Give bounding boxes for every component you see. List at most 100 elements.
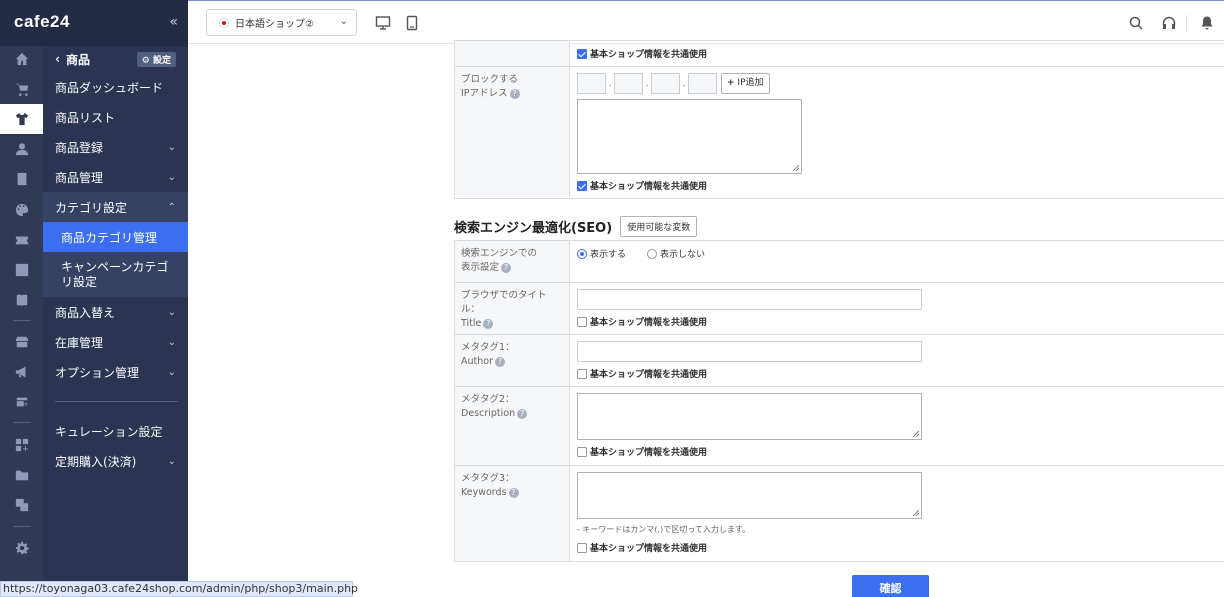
row-label: Description [461,408,516,419]
ip-octet-input-2[interactable] [614,73,643,94]
row-label: メタタグ1： [461,342,515,353]
table-row-visibility: 検索エンジンでの 表示設定? 表示する 表示しない [454,241,1224,283]
row-label: 検索エンジンでの [461,248,538,259]
shared-info-checkbox[interactable]: 基本ショップ情報を共通使用 [577,315,1217,328]
gear-icon[interactable] [13,539,31,557]
cafe24-logo[interactable]: cafe24 [14,12,70,32]
description-textarea[interactable] [577,393,922,440]
nav-label: 商品ダッシュボード [55,80,164,95]
shared-info-checkbox[interactable]: 基本ショップ情報を共通使用 [577,179,1217,192]
coupon-icon[interactable] [13,231,31,249]
desktop-view-icon[interactable] [374,14,392,32]
add-ip-button[interactable]: + IP追加 [721,73,770,94]
subnav-header[interactable]: ‹ 商品 ⚙ 設定 [43,46,188,72]
help-icon[interactable]: ? [483,318,494,329]
checkbox-unchecked-icon [577,542,587,553]
mobile-view-icon[interactable] [403,14,421,32]
add-ip-label: IP追加 [737,78,764,88]
product-tshirt-icon[interactable] [0,104,43,134]
sub-item-product-category[interactable]: 商品カテゴリ管理 [43,222,188,252]
bell-icon[interactable] [1198,14,1216,32]
nav-item-inventory[interactable]: 在庫管理 ⌄ [43,327,188,357]
settings-button[interactable]: ⚙ 設定 [136,52,176,67]
seo-table: 検索エンジンでの 表示設定? 表示する 表示しない ブラウザでのタイトル： Ti… [454,240,1224,562]
nav-item-subscription[interactable]: 定期購入(決済) ⌄ [43,446,188,476]
nav-item-product-swap[interactable]: 商品入替え ⌄ [43,297,188,327]
nav-item-category-settings[interactable]: カテゴリ設定 ⌃ [43,192,188,222]
chevron-down-icon: ⌄ [167,455,176,467]
settings-label: 設定 [152,56,171,66]
nav-item-curation[interactable]: キュレーション設定 [43,416,188,446]
help-icon[interactable]: ? [494,356,505,367]
store-icon[interactable] [13,333,31,351]
ip-octet-input-4[interactable] [688,73,717,94]
shared-info-checkbox[interactable]: 基本ショップ情報を共通使用 [577,541,1217,554]
channel-icon[interactable] [13,393,31,411]
search-icon[interactable] [1127,14,1145,32]
table-row-author: メタタグ1： Author? 基本ショップ情報を共通使用 [454,335,1224,387]
nav-item-options[interactable]: オプション管理 ⌄ [43,357,188,387]
checkbox-unchecked-icon [577,316,587,327]
home-icon[interactable] [13,50,31,68]
radio-show[interactable]: 表示する [577,247,626,260]
table-row-description: メタタグ2： Description? 基本ショップ情報を共通使用 [454,387,1224,466]
keywords-textarea[interactable] [577,472,922,519]
stats-icon[interactable] [13,261,31,279]
author-input[interactable] [577,341,922,362]
user-icon[interactable] [13,140,31,158]
subnav-title: 商品 [65,52,90,67]
back-chevron-icon[interactable]: ‹ [55,52,60,66]
nav-label: オプション管理 [55,365,140,380]
sub-item-campaign-category[interactable]: キャンペーンカテゴリ設定 [43,252,188,297]
ip-list-textarea[interactable] [577,99,802,174]
nav-item-product-list[interactable]: 商品リスト [43,102,188,132]
section-heading: 検索エンジン最適化(SEO) [454,221,613,236]
row-label: メタタグ2： [461,394,515,405]
nav-label: 定期購入(決済) [55,454,137,469]
shared-info-checkbox[interactable]: 基本ショップ情報を共通使用 [577,367,1217,380]
row-header: メタタグ2： Description? [455,387,570,465]
ip-octet-input-1[interactable] [577,73,606,94]
row-label: ブロックする [461,74,519,85]
help-icon[interactable]: ? [508,487,519,498]
sub-navigation: ‹ 商品 ⚙ 設定 商品ダッシュボード 商品リスト 商品登録 ⌄ 商品管理 ⌄ カテ… [43,46,188,597]
nav-label: 商品管理 [55,170,104,185]
document-icon[interactable] [13,170,31,188]
shared-info-checkbox[interactable]: 基本ショップ情報を共通使用 [577,445,1217,458]
rail-divider [13,526,31,527]
copy-icon[interactable] [13,496,31,514]
apps-icon[interactable] [13,436,31,454]
row-label: Keywords [461,487,507,498]
collapse-menu-icon[interactable]: « [169,14,178,30]
folder-icon[interactable] [13,466,31,484]
cart-icon[interactable] [13,80,31,98]
rail-divider [13,320,31,321]
headset-support-icon[interactable] [1160,14,1178,32]
palette-icon[interactable] [13,201,31,219]
title-input[interactable] [577,289,922,310]
help-icon[interactable]: ? [509,88,520,99]
nav-divider [55,401,178,402]
shared-info-checkbox[interactable]: 基本ショップ情報を共通使用 [577,47,1217,60]
radio-selected-icon [577,248,587,259]
confirm-button[interactable]: 確認 [852,575,929,597]
help-icon[interactable]: ? [517,408,528,419]
ip-octet-input-3[interactable] [651,73,680,94]
megaphone-icon[interactable] [13,363,31,381]
ip-separator: . [608,78,612,89]
chevron-down-icon: ⌄ [167,306,176,318]
row-header: ブロックする IPアドレス? [455,67,570,197]
sub-label: キャンペーンカテゴリ設定 [61,259,169,289]
ip-input-group: ... + IP追加 [577,73,1217,94]
nav-label: 商品登録 [55,140,104,155]
radio-hide[interactable]: 表示しない [647,247,705,260]
row-header [455,41,570,66]
nav-item-product-register[interactable]: 商品登録 ⌄ [43,132,188,162]
shop-selector[interactable]: 日本語ショップ② ⌄ [206,9,357,36]
category-submenu: 商品カテゴリ管理 キャンペーンカテゴリ設定 [43,222,188,297]
book-icon[interactable] [13,291,31,309]
nav-item-product-manage[interactable]: 商品管理 ⌄ [43,162,188,192]
available-variables-button[interactable]: 使用可能な変数 [620,216,698,237]
nav-item-dashboard[interactable]: 商品ダッシュボード [43,72,188,102]
help-icon[interactable]: ? [501,262,512,273]
